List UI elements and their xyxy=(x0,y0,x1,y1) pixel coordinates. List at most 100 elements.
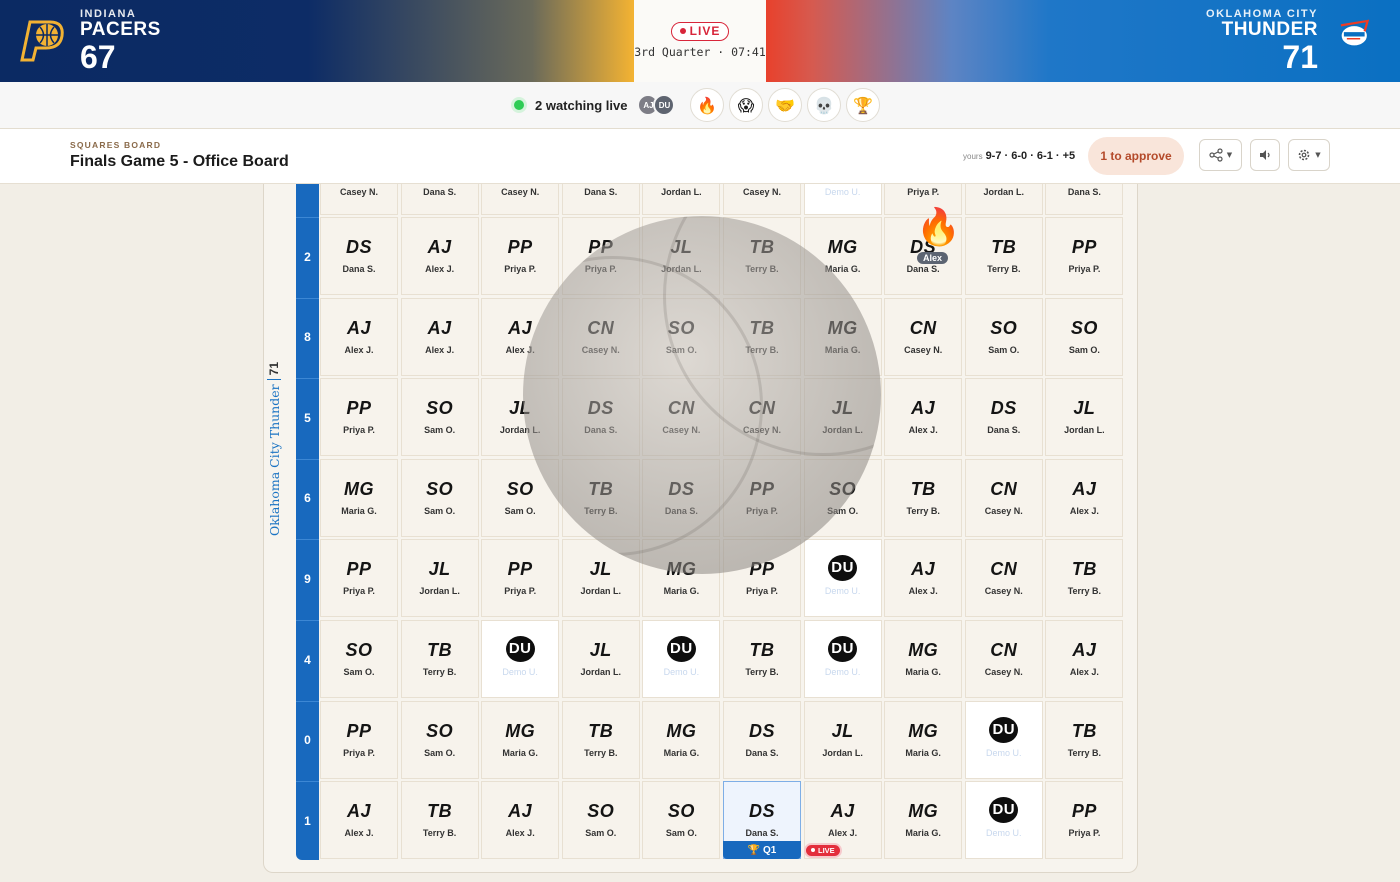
grid-square[interactable]: SO Sam O. xyxy=(400,458,479,537)
fire-reaction-button[interactable]: 🔥 xyxy=(690,88,724,122)
grid-square[interactable]: SO Sam O. xyxy=(320,620,398,698)
grid-square[interactable]: DS Dana S. xyxy=(723,700,801,779)
grid-square[interactable]: CN Casey N. xyxy=(561,297,640,376)
sound-button[interactable] xyxy=(1250,139,1280,171)
grid-square[interactable]: PP Priya P. xyxy=(481,539,560,618)
grid-square[interactable]: Casey N. xyxy=(481,184,560,215)
grid-square[interactable]: SO Sam O. xyxy=(964,297,1043,376)
square-initials: JL xyxy=(428,559,451,580)
settings-button[interactable]: ▼ xyxy=(1288,139,1330,171)
grid-square[interactable]: CN Casey N. xyxy=(884,297,963,376)
grid-square[interactable]: SO Sam O. xyxy=(481,458,560,537)
grid-square[interactable]: AJ Alex J. xyxy=(1045,458,1124,537)
grid-square[interactable]: DU Demo U. xyxy=(803,620,882,698)
square-initials: AJ xyxy=(911,398,936,419)
grid-square[interactable]: AJ Alex J. xyxy=(320,781,398,860)
grid-square[interactable]: PP Priya P. xyxy=(1045,781,1124,860)
grid-square[interactable]: AJ Alex J. xyxy=(481,297,560,376)
grid-square[interactable]: Jordan L. xyxy=(642,184,721,215)
square-initials: JL xyxy=(509,398,532,419)
grid-square[interactable]: TB Terry B. xyxy=(723,217,801,295)
grid-square[interactable]: SO Sam O. xyxy=(400,700,479,779)
grid-square[interactable]: DS Dana S. xyxy=(561,378,640,457)
grid-square[interactable]: DU Demo U. xyxy=(642,620,721,698)
grid-square[interactable]: TB Terry B. xyxy=(723,620,801,698)
grid-square[interactable]: JL Jordan L. xyxy=(642,217,721,295)
grid-square[interactable]: AJ Alex J. xyxy=(400,217,479,295)
grid-square[interactable]: DU Demo U. xyxy=(964,700,1043,779)
grid-square[interactable]: SO Sam O. xyxy=(642,781,721,860)
grid-square[interactable]: DS Dana S. xyxy=(320,217,398,295)
avatar[interactable]: DU xyxy=(653,94,676,116)
grid-square[interactable]: PP Priya P. xyxy=(320,378,398,457)
grid-square[interactable]: AJ Alex J. xyxy=(884,539,963,618)
grid-square[interactable]: PP Priya P. xyxy=(723,458,801,537)
approve-button[interactable]: 1 to approve xyxy=(1088,137,1184,175)
grid-square[interactable]: DU Demo U. xyxy=(481,620,560,698)
grid-square[interactable]: Casey N. xyxy=(320,184,398,215)
grid-square[interactable]: DS Dana S. xyxy=(642,458,721,537)
grid-square[interactable]: SO Sam O. xyxy=(400,378,479,457)
grid-square[interactable]: JL Jordan L. xyxy=(481,378,560,457)
grid-square[interactable]: Dana S. xyxy=(561,184,640,215)
grid-square[interactable]: CN Casey N. xyxy=(964,539,1043,618)
grid-square[interactable]: Demo U. xyxy=(803,184,882,215)
grid-square[interactable]: Jordan L. xyxy=(964,184,1043,215)
grid-square[interactable]: JL Jordan L. xyxy=(400,539,479,618)
grid-square[interactable]: AJ Alex J. xyxy=(400,297,479,376)
grid-square[interactable]: PP Priya P. xyxy=(320,539,398,618)
grid-square[interactable]: TB Terry B. xyxy=(723,297,801,376)
grid-square[interactable]: TB Terry B. xyxy=(400,781,479,860)
grid-square[interactable]: JL Jordan L. xyxy=(561,539,640,618)
grid-square[interactable]: MG Maria G. xyxy=(884,700,963,779)
grid-square[interactable]: CN Casey N. xyxy=(642,378,721,457)
grid-square[interactable]: CN Casey N. xyxy=(964,620,1043,698)
grid-square[interactable]: MG Maria G. xyxy=(642,539,721,618)
grid-square[interactable]: AJ Alex J. xyxy=(1045,620,1124,698)
grid-square[interactable]: SO Sam O. xyxy=(1045,297,1124,376)
grid-square[interactable]: PP Priya P. xyxy=(1045,217,1124,295)
grid-square[interactable]: MG Maria G. xyxy=(803,217,882,295)
grid-square[interactable]: TB Terry B. xyxy=(1045,539,1124,618)
grid-square[interactable]: Dana S. xyxy=(400,184,479,215)
grid-square[interactable]: MG Maria G. xyxy=(320,458,398,537)
grid-square[interactable]: MG Maria G. xyxy=(481,700,560,779)
grid-square[interactable]: CN Casey N. xyxy=(964,458,1043,537)
grid-square[interactable]: MG Maria G. xyxy=(884,620,963,698)
grid-square[interactable]: TB Terry B. xyxy=(561,458,640,537)
grid-square[interactable]: Casey N. xyxy=(723,184,801,215)
handshake-reaction-button[interactable]: 🤝 xyxy=(768,88,802,122)
grid-square[interactable]: DU Demo U. xyxy=(964,781,1043,860)
grid-square[interactable]: PP Priya P. xyxy=(481,217,560,295)
grid-square[interactable]: MG Maria G. xyxy=(642,700,721,779)
grid-square[interactable]: JL Jordan L. xyxy=(803,378,882,457)
grid-square[interactable]: DU Demo U. xyxy=(803,539,882,618)
grid-square[interactable]: TB Terry B. xyxy=(1045,700,1124,779)
skull-reaction-button[interactable]: 💀 xyxy=(807,88,841,122)
shocked-reaction-button[interactable]: 😱 xyxy=(729,88,763,122)
trophy-reaction-button[interactable]: 🏆 xyxy=(846,88,880,122)
grid-square[interactable]: JL Jordan L. xyxy=(561,620,640,698)
grid-square[interactable]: MG Maria G. xyxy=(803,297,882,376)
grid-square[interactable]: TB Terry B. xyxy=(400,620,479,698)
grid-square[interactable]: JL Jordan L. xyxy=(803,700,882,779)
grid-square[interactable]: AJ Alex J. xyxy=(884,378,963,457)
share-button[interactable]: ▼ xyxy=(1199,139,1242,171)
grid-square[interactable]: AJ Alex J. xyxy=(320,297,398,376)
yours-numbers: 9-7 · 6-0 · 6-1 · +5 xyxy=(985,150,1076,162)
grid-square[interactable]: PP Priya P. xyxy=(561,217,640,295)
grid-square[interactable]: PP Priya P. xyxy=(723,539,801,618)
grid-square[interactable]: PP Priya P. xyxy=(320,700,398,779)
grid-square[interactable]: Dana S. xyxy=(1045,184,1124,215)
grid-square[interactable]: JL Jordan L. xyxy=(1045,378,1124,457)
grid-square[interactable]: CN Casey N. xyxy=(723,378,801,457)
grid-square[interactable]: TB Terry B. xyxy=(561,700,640,779)
grid-square[interactable]: SO Sam O. xyxy=(561,781,640,860)
grid-square[interactable]: TB Terry B. xyxy=(964,217,1043,295)
grid-square[interactable]: DS Dana S. xyxy=(964,378,1043,457)
grid-square[interactable]: SO Sam O. xyxy=(642,297,721,376)
grid-square[interactable]: AJ Alex J. xyxy=(481,781,560,860)
grid-square[interactable]: TB Terry B. xyxy=(884,458,963,537)
grid-square[interactable]: MG Maria G. xyxy=(884,781,963,860)
grid-square[interactable]: SO Sam O. xyxy=(803,458,882,537)
